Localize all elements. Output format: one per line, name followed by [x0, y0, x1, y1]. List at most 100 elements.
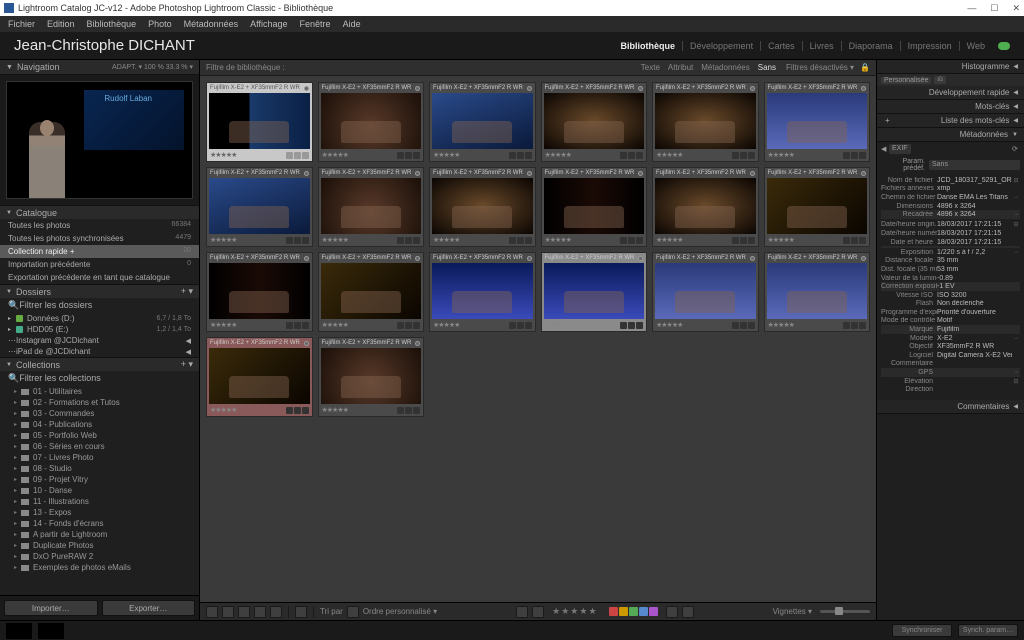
- custom-button[interactable]: Personnalisée: [881, 77, 931, 84]
- metadata-row[interactable]: Nom de fichierJCD_180317_5291_ORG.RAF⊟: [881, 176, 1020, 185]
- metadata-row[interactable]: GPS→: [881, 368, 1020, 377]
- compare-view-icon[interactable]: [238, 606, 250, 618]
- metadata-row[interactable]: ModèleX-E2→: [881, 334, 1020, 343]
- reset-button[interactable]: ⎌: [934, 76, 946, 84]
- catalogue-header[interactable]: ▼ Catalogue: [0, 205, 199, 219]
- collection-filter[interactable]: 🔍 Filtrer les collections: [0, 371, 199, 386]
- menu-aide[interactable]: Aide: [339, 19, 365, 29]
- catalogue-row[interactable]: Collection rapide +20: [0, 245, 199, 258]
- collection-row[interactable]: ▸04 - Publications: [0, 419, 199, 430]
- navigator-zoom-opts[interactable]: ADAPT. ▾ 100 % 33.3 % ▾: [112, 63, 193, 71]
- collection-row[interactable]: ▸08 - Studio: [0, 463, 199, 474]
- navigator-preview[interactable]: Rudolf Laban: [0, 75, 199, 205]
- catalogue-row[interactable]: Toutes les photos synchronisées4479: [0, 232, 199, 245]
- secondary-display-icon[interactable]: [6, 623, 32, 639]
- collection-row[interactable]: ▸07 - Livres Photo: [0, 452, 199, 463]
- drive-row[interactable]: ▸Données (D:)6,7 / 1,8 To: [0, 313, 199, 324]
- set-rating-4[interactable]: ★: [579, 606, 587, 617]
- sort-direction-icon[interactable]: [347, 606, 359, 618]
- sync-metadata-icon[interactable]: ⟳: [1012, 145, 1020, 153]
- module-impression[interactable]: Impression: [900, 41, 959, 51]
- people-view-icon[interactable]: [270, 606, 282, 618]
- catalogue-row[interactable]: Importation précédente0: [0, 258, 199, 271]
- filter-lock-icon[interactable]: 🔒: [860, 63, 870, 72]
- module-cartes[interactable]: Cartes: [760, 41, 802, 51]
- set-label-3[interactable]: [639, 607, 648, 616]
- flag-reject-icon[interactable]: [532, 606, 544, 618]
- filter-tab-attribut[interactable]: Attribut: [668, 63, 693, 72]
- collection-row[interactable]: ▸Duplicate Photos: [0, 540, 199, 551]
- set-rating-3[interactable]: ★: [570, 606, 578, 617]
- folders-header[interactable]: ▼ Dossiers + ▾: [0, 284, 199, 298]
- set-rating-5[interactable]: ★: [588, 606, 596, 617]
- histogram-header[interactable]: Histogramme◀: [877, 60, 1024, 74]
- navigator-header[interactable]: ▼ Navigation ADAPT. ▾ 100 % 33.3 % ▾: [0, 60, 199, 75]
- collection-row[interactable]: ▸13 - Expos: [0, 507, 199, 518]
- filter-tab-sans[interactable]: Sans: [758, 63, 776, 72]
- sort-order-menu[interactable]: Ordre personnalisé ▾: [363, 607, 437, 616]
- minimize-button[interactable]: —: [967, 3, 976, 14]
- rotate-cw-icon[interactable]: [682, 606, 694, 618]
- maximize-button[interactable]: ☐: [990, 3, 998, 14]
- thumbnail-cell[interactable]: Fujifilm X-E2 + XF35mmF2 R WR★★★★★: [318, 167, 425, 247]
- thumbnail-cell[interactable]: Fujifilm X-E2 + XF35mmF2 R WR★★★★★: [206, 82, 313, 162]
- thumbnail-cell[interactable]: Fujifilm X-E2 + XF35mmF2 R WR★★★★★: [429, 82, 536, 162]
- cloud-sync-icon[interactable]: [998, 42, 1010, 50]
- filter-tab-métadonnées[interactable]: Métadonnées: [701, 63, 749, 72]
- catalogue-row[interactable]: Toutes les photos66384: [0, 219, 199, 232]
- catalogue-row[interactable]: Exportation précédente en tant que catal…: [0, 271, 199, 284]
- keywords-header[interactable]: Mots-clés◀: [877, 100, 1024, 114]
- collection-row[interactable]: ▸14 - Fonds d'écrans: [0, 518, 199, 529]
- secondary-display-2-icon[interactable]: [38, 623, 64, 639]
- thumbnail-size-slider[interactable]: [820, 610, 870, 613]
- collection-row[interactable]: ▸02 - Formations et Tutos: [0, 397, 199, 408]
- menu-photo[interactable]: Photo: [144, 19, 176, 29]
- set-label-4[interactable]: [649, 607, 658, 616]
- set-rating-2[interactable]: ★: [561, 606, 569, 617]
- collection-row[interactable]: ▸Exemples de photos eMails: [0, 562, 199, 573]
- thumbnail-cell[interactable]: Fujifilm X-E2 + XF35mmF2 R WR★★★★★: [541, 167, 648, 247]
- metadata-row[interactable]: Chemin de fichierDanse EMA Les Titans→: [881, 193, 1020, 202]
- collection-row[interactable]: ▸DxO PureRAW 2: [0, 551, 199, 562]
- set-rating-1[interactable]: ★: [552, 606, 560, 617]
- module-diaporama[interactable]: Diaporama: [841, 41, 900, 51]
- thumbnail-cell[interactable]: Fujifilm X-E2 + XF35mmF2 R WR★★★★★: [429, 252, 536, 332]
- metadata-row[interactable]: Exposition1/220 s à f / 2,2→: [881, 248, 1020, 257]
- thumbnail-grid[interactable]: Fujifilm X-E2 + XF35mmF2 R WR★★★★★Fujifi…: [200, 76, 876, 602]
- filter-tab-texte[interactable]: Texte: [641, 63, 660, 72]
- metadata-row[interactable]: Date/heure origin.18/03/2017 17:21:15⊟: [881, 221, 1020, 230]
- quickdev-header[interactable]: Développement rapide◀: [877, 86, 1024, 100]
- rotate-ccw-icon[interactable]: [666, 606, 678, 618]
- collection-row[interactable]: ▸03 - Commandes: [0, 408, 199, 419]
- thumbnail-cell[interactable]: Fujifilm X-E2 + XF35mmF2 R WR★★★★★: [206, 167, 313, 247]
- module-livres[interactable]: Livres: [802, 41, 841, 51]
- collections-header[interactable]: ▼ Collections + ▾: [0, 357, 199, 371]
- metadata-row[interactable]: Recadrée4896 x 3264→: [881, 210, 1020, 219]
- metadata-row[interactable]: Elévation⊟: [881, 377, 1020, 386]
- thumbnail-cell[interactable]: Fujifilm X-E2 + XF35mmF2 R WR★★★★★: [764, 167, 871, 247]
- folder-source-row[interactable]: ⋯iPad de @JCDichant◀: [0, 346, 199, 357]
- add-folder-icon[interactable]: + ▾: [181, 286, 193, 297]
- menu-affichage[interactable]: Affichage: [246, 19, 291, 29]
- metadata-preset-menu[interactable]: Sans: [929, 160, 1020, 170]
- grid-view-icon[interactable]: [206, 606, 218, 618]
- drive-row[interactable]: ▸HDD05 (E:)1,2 / 1,4 To: [0, 324, 199, 335]
- menu-bibliothèque[interactable]: Bibliothèque: [83, 19, 141, 29]
- close-button[interactable]: ✕: [1012, 3, 1020, 14]
- collection-row[interactable]: ▸01 - Utilitaires: [0, 386, 199, 397]
- module-développement[interactable]: Développement: [682, 41, 760, 51]
- add-collection-icon[interactable]: + ▾: [181, 359, 193, 370]
- collection-row[interactable]: ▸05 - Portfolio Web: [0, 430, 199, 441]
- export-button[interactable]: Exporter…: [102, 600, 196, 616]
- sync-button[interactable]: Synchroniser: [892, 624, 952, 637]
- flag-pick-icon[interactable]: [516, 606, 528, 618]
- sync-settings-button[interactable]: Synch. param…: [958, 624, 1018, 637]
- module-web[interactable]: Web: [959, 41, 992, 51]
- set-label-0[interactable]: [609, 607, 618, 616]
- thumbnail-cell[interactable]: Fujifilm X-E2 + XF35mmF2 R WR★★★★★: [318, 252, 425, 332]
- thumbnail-cell[interactable]: Fujifilm X-E2 + XF35mmF2 R WR★★★★★: [541, 252, 648, 332]
- menu-fenêtre[interactable]: Fenêtre: [296, 19, 335, 29]
- thumbnail-cell[interactable]: Fujifilm X-E2 + XF35mmF2 R WR★★★★★: [318, 82, 425, 162]
- menu-fichier[interactable]: Fichier: [4, 19, 39, 29]
- keyword-list-header[interactable]: +Liste des mots-clés◀: [877, 114, 1024, 128]
